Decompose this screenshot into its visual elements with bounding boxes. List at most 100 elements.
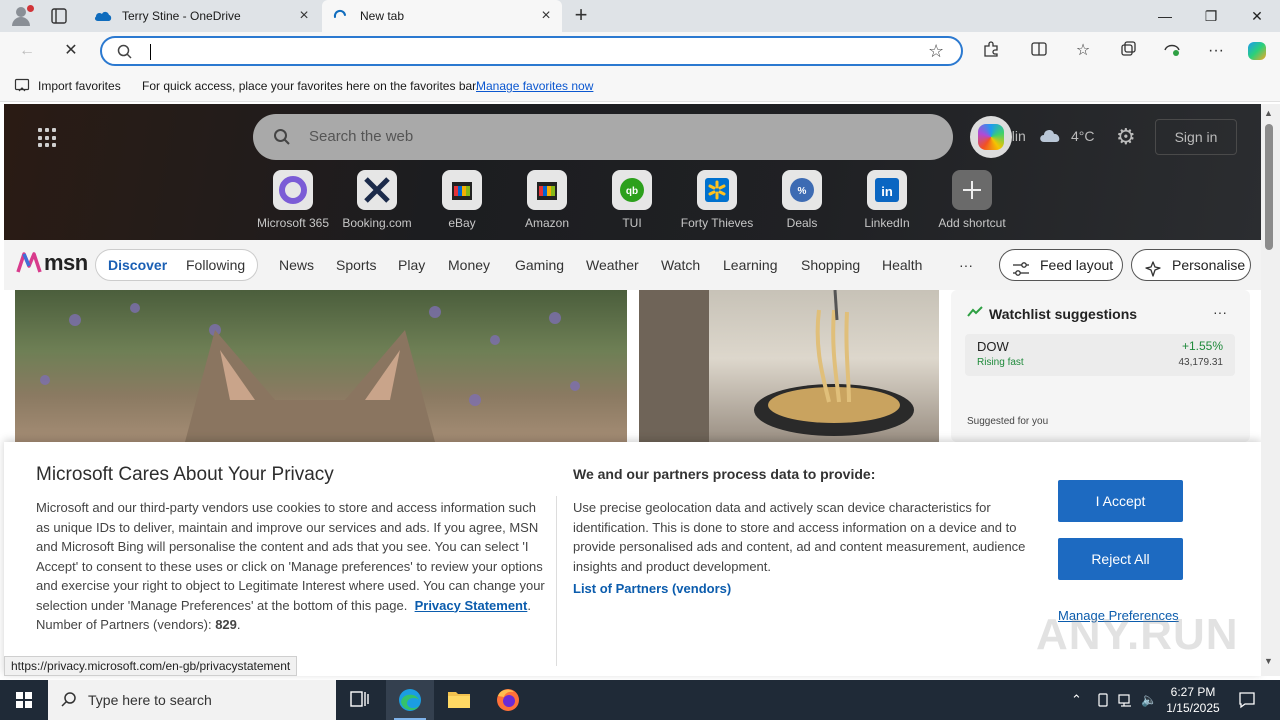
manage-favorites-link[interactable]: Manage favorites now	[476, 79, 593, 93]
feed-toggle: Discover Following	[95, 249, 258, 281]
new-tab-plus-icon[interactable]: +	[570, 4, 592, 26]
feed-card-cat-lavender[interactable]	[15, 290, 627, 442]
nav-health[interactable]: Health	[882, 257, 922, 273]
taskbar-search-box[interactable]: Type here to search	[48, 680, 336, 720]
nav-sports[interactable]: Sports	[336, 257, 376, 273]
shortcut-linkedin[interactable]: in LinkedIn	[845, 170, 929, 230]
stop-loading-icon[interactable]: ✕	[60, 40, 82, 62]
tab-label: New tab	[360, 9, 405, 23]
tab-discover[interactable]: Discover	[108, 257, 167, 273]
tray-device-icon[interactable]	[1096, 692, 1110, 711]
tab-following[interactable]: Following	[186, 257, 245, 273]
import-favorites-button[interactable]: Import favorites	[38, 79, 121, 93]
onedrive-cloud-icon	[94, 9, 112, 23]
shortcut-label: Amazon	[524, 216, 570, 230]
feed-layout-label: Feed layout	[1040, 257, 1114, 273]
restore-button[interactable]: ❐	[1188, 0, 1234, 32]
nav-watch[interactable]: Watch	[661, 257, 700, 273]
shortcut-tui[interactable]: qb TUI	[590, 170, 674, 230]
favorites-bar-message: For quick access, place your favorites h…	[142, 79, 479, 93]
file-explorer-icon[interactable]	[435, 680, 483, 720]
shortcut-label: Add shortcut	[938, 216, 1006, 230]
nav-more-icon[interactable]: ···	[959, 257, 973, 273]
import-favorites-icon[interactable]	[14, 77, 30, 96]
linkedin-icon: in	[867, 170, 907, 210]
feed-card-pasta[interactable]	[639, 290, 939, 442]
taskbar-clock[interactable]: 6:27 PM 1/15/2025	[1163, 684, 1223, 716]
privacy-body: Microsoft and our third-party vendors us…	[36, 500, 545, 632]
shortcut-add[interactable]: Add shortcut	[930, 170, 1014, 230]
scroll-down-icon[interactable]: ▼	[1264, 656, 1273, 666]
more-options-icon[interactable]: ···	[1205, 40, 1227, 62]
nav-gaming[interactable]: Gaming	[515, 257, 564, 273]
collections-icon[interactable]	[1117, 40, 1139, 62]
back-arrow-icon[interactable]: ←	[16, 40, 38, 62]
minimize-button[interactable]: —	[1142, 0, 1188, 32]
shortcut-ebay[interactable]: eBay	[420, 170, 504, 230]
data-processing-heading: We and our partners process data to prov…	[573, 466, 876, 482]
msn-wordmark: msn	[44, 250, 88, 275]
reject-all-button[interactable]: Reject All	[1058, 538, 1183, 580]
shortcut-forty-thieves[interactable]: Forty Thieves	[675, 170, 759, 230]
partners-count: 829	[215, 617, 237, 632]
network-icon[interactable]	[1118, 692, 1134, 711]
nav-news[interactable]: News	[279, 257, 314, 273]
deals-icon: %	[782, 170, 822, 210]
windows-start-icon[interactable]	[0, 680, 48, 720]
feed-layout-button[interactable]: Feed layout	[999, 249, 1123, 281]
web-search-box[interactable]: Search the web	[253, 114, 953, 160]
shortcut-microsoft-365[interactable]: Microsoft 365	[251, 170, 335, 230]
tab-close-icon[interactable]: ×	[536, 7, 556, 25]
watchlist-more-icon[interactable]: ···	[1213, 304, 1227, 320]
shortcut-booking[interactable]: Booking.com	[335, 170, 419, 230]
plus-icon	[952, 170, 992, 210]
firefox-icon[interactable]	[484, 680, 532, 720]
profile-icon[interactable]	[8, 4, 34, 28]
shortcut-deals[interactable]: % Deals	[760, 170, 844, 230]
loading-spinner-icon	[332, 9, 350, 23]
address-bar[interactable]: ☆	[100, 36, 963, 66]
nav-shopping[interactable]: Shopping	[801, 257, 860, 273]
volume-icon[interactable]: 🔈	[1141, 692, 1157, 708]
forty-thieves-icon	[697, 170, 737, 210]
copilot-avatar-icon[interactable]	[970, 116, 1012, 158]
sign-in-button[interactable]: Sign in	[1155, 119, 1237, 155]
accept-button[interactable]: I Accept	[1058, 480, 1183, 522]
scroll-up-icon[interactable]: ▲	[1264, 108, 1273, 118]
gear-icon[interactable]: ⚙	[1116, 124, 1136, 150]
copilot-icon[interactable]	[1246, 40, 1268, 62]
favorite-star-icon[interactable]: ☆	[928, 41, 944, 62]
personalise-label: Personalise	[1172, 257, 1246, 273]
tab-new-tab[interactable]: New tab ×	[322, 0, 562, 32]
scrollbar-thumb[interactable]	[1265, 124, 1273, 250]
clock-date: 1/15/2025	[1166, 701, 1220, 715]
notifications-icon[interactable]	[1238, 691, 1256, 712]
msn-navigation: msn Discover Following News Sports Play …	[4, 240, 1261, 290]
tray-overflow-icon[interactable]: ⌃	[1071, 692, 1082, 708]
privacy-statement-link[interactable]: Privacy Statement	[415, 598, 528, 613]
extensions-icon[interactable]	[980, 40, 1002, 62]
tab-actions-icon[interactable]	[50, 7, 68, 25]
browser-essentials-icon[interactable]	[1161, 40, 1183, 62]
favorites-icon[interactable]: ☆	[1072, 40, 1094, 62]
edge-taskbar-icon[interactable]	[386, 680, 434, 720]
weather-temperature[interactable]: 4°C	[1071, 128, 1095, 144]
shortcut-amazon[interactable]: Amazon	[505, 170, 589, 230]
close-window-button[interactable]: ✕	[1234, 0, 1280, 32]
msn-logo[interactable]: msn	[16, 250, 88, 276]
task-view-icon[interactable]	[336, 680, 384, 720]
nav-learning[interactable]: Learning	[723, 257, 778, 273]
nav-weather[interactable]: Weather	[586, 257, 639, 273]
partners-list-link[interactable]: List of Partners (vendors)	[573, 581, 731, 596]
stock-row-dow[interactable]: DOW +1.55% Rising fast 43,179.31	[965, 334, 1235, 376]
app-launcher-icon[interactable]	[38, 128, 58, 148]
svg-text:%: %	[798, 186, 807, 197]
shortcut-label: eBay	[448, 216, 476, 230]
nav-money[interactable]: Money	[448, 257, 490, 273]
split-screen-icon[interactable]	[1028, 40, 1050, 62]
page-scrollbar[interactable]: ▲ ▼	[1261, 104, 1280, 676]
tab-onedrive[interactable]: Terry Stine - OneDrive ×	[84, 0, 320, 32]
tab-close-icon[interactable]: ×	[294, 7, 314, 25]
personalise-button[interactable]: Personalise	[1131, 249, 1251, 281]
nav-play[interactable]: Play	[398, 257, 425, 273]
